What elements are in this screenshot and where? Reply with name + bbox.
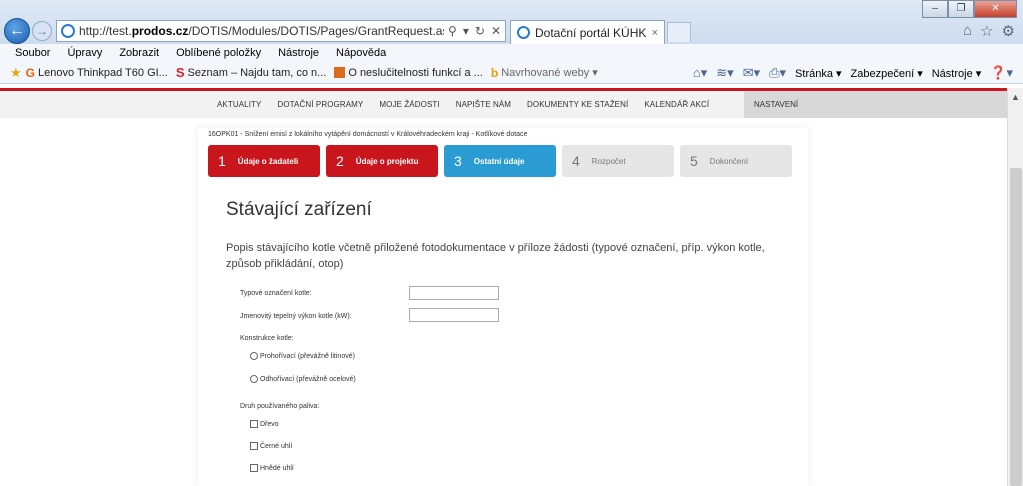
nav-moje-zadosti[interactable]: MOJE ŽÁDOSTI [379,100,439,109]
star-icon[interactable]: ☆ [980,22,993,40]
step-3[interactable]: 3 Ostatní údaje [444,145,556,177]
checkbox-box[interactable] [250,464,258,472]
ie-page-icon [517,26,530,39]
browser-chrome: ← → http://test.prodos.cz/DOTIS/Modules/… [0,0,1023,44]
favorite-lenovo[interactable]: G Lenovo Thinkpad T60 GI... [26,66,168,80]
command-nastroje[interactable]: Nástroje ▾ [932,67,982,80]
step-1[interactable]: 1 Údaje o žadateli [208,145,320,177]
step-5[interactable]: 5 Dokončení [680,145,792,177]
bing-icon: b [490,65,499,80]
forward-arrow-icon: → [36,24,48,38]
menu-bar: Soubor Úpravy Zobrazit Oblíbené položky … [0,44,1023,62]
step-2[interactable]: 2 Údaje o projektu [326,145,438,177]
menu-zobrazit[interactable]: Zobrazit [119,47,159,59]
nav-kalendar[interactable]: KALENDÁŘ AKCÍ [644,100,709,109]
nav-dokumenty[interactable]: DOKUMENTY KE STAŽENÍ [527,100,628,109]
menu-upravy[interactable]: Úpravy [67,47,102,59]
seznam-icon: S [175,65,185,80]
close-icon[interactable]: ✕ [491,24,501,38]
checkbox-box[interactable] [250,420,258,428]
step-4[interactable]: 4 Rozpočet [562,145,674,177]
power-input[interactable] [409,308,499,322]
search-icon[interactable]: ⚲ [448,24,457,38]
tab-dotacni-portal[interactable]: Dotační portál KÚHK × [510,20,665,44]
construction-label: Konstrukce kotle: [240,335,294,342]
ie-page-icon [61,24,75,38]
favorites-star-icon[interactable]: ★ [10,65,22,81]
radio-odhorivaci[interactable]: Odhořívací (převážně ocelové) [250,375,356,383]
menu-nastroje[interactable]: Nástroje [278,47,319,59]
forward-button[interactable]: → [32,21,52,41]
menu-napoveda[interactable]: Nápověda [336,47,386,59]
home-icon[interactable]: ⌂▾ [693,65,707,81]
site-nav: AKTUALITY DOTAČNÍ PROGRAMY MOJE ŽÁDOSTI … [0,88,1007,118]
menu-soubor[interactable]: Soubor [15,47,50,59]
content-panel [198,128,808,486]
feeds-icon[interactable]: ≋▾ [716,65,733,81]
tab-title: Dotační portál KÚHK [535,25,647,40]
favorite-seznam[interactable]: S Seznam – Najdu tam, co n... [176,65,326,80]
page-title: Stávající zařízení [226,199,372,220]
mail-icon[interactable]: ✉▾ [743,65,760,81]
section-description: Popis stávajícího kotle včetně přiložené… [226,242,765,270]
print-icon[interactable]: ⎙▾ [769,65,786,81]
nav-dotacni-programy[interactable]: DOTAČNÍ PROGRAMY [277,100,363,109]
scroll-up-icon[interactable]: ▲ [1011,92,1020,102]
radio-circle[interactable] [250,375,258,383]
address-url[interactable]: http://test.prodos.cz/DOTIS/Modules/DOTI… [79,24,444,38]
power-label: Jmenovitý tepelný výkon kotle (kW): [240,313,352,320]
help-icon[interactable]: ❓▾ [990,65,1013,81]
address-bar[interactable]: http://test.prodos.cz/DOTIS/Modules/DOTI… [56,20,506,42]
command-stranka[interactable]: Stránka ▾ [795,67,842,80]
minimize-button[interactable]: – [922,0,948,18]
type-label: Typové označení kotle: [240,290,312,297]
gear-icon[interactable]: ⚙ [1002,22,1015,40]
radio-circle[interactable] [250,352,258,360]
nav-nastaveni[interactable]: NASTAVENÍ [744,91,1007,118]
back-arrow-icon: ← [9,22,25,39]
home-icon[interactable]: ⌂ [963,22,972,40]
command-bar: ⌂▾ ≋▾ ✉▾ ⎙▾ Stránka ▾ Zabezpečení ▾ Nást… [693,62,1013,84]
vertical-scrollbar[interactable]: ▲ [1007,88,1023,486]
command-zabezpeceni[interactable]: Zabezpečení ▾ [851,67,923,80]
new-tab-button[interactable] [667,22,691,42]
favorite-neslucitelnost[interactable]: O neslučitelnosti funkcí a ... [334,67,483,79]
back-button[interactable]: ← [4,18,30,44]
checkbox-cerne-uhli[interactable]: Černé uhlí [250,442,292,450]
type-input[interactable] [409,286,499,300]
breadcrumb: 16OPK01 - Snížení emisí z lokálního vytá… [208,131,528,138]
tab-close-icon[interactable]: × [652,27,658,39]
checkbox-box[interactable] [250,442,258,450]
nav-aktuality[interactable]: AKTUALITY [217,100,261,109]
nav-napiste-nam[interactable]: NAPIŠTE NÁM [456,100,511,109]
close-window-button[interactable]: ✕ [974,0,1017,18]
page-icon [334,67,346,78]
maximize-button[interactable]: ❐ [948,0,974,18]
lenovo-icon: G [25,65,35,80]
favorite-navrhovane-weby[interactable]: b Navrhované weby ▾ [491,66,598,80]
scrollbar-thumb[interactable] [1010,168,1022,486]
menu-oblibene[interactable]: Oblíbené položky [176,47,261,59]
checkbox-hnede-uhli[interactable]: Hnědé uhlí [250,464,294,472]
fuel-label: Druh používaného paliva: [240,403,320,410]
checkbox-drevo[interactable]: Dřevo [250,420,279,428]
radio-prohorivaci[interactable]: Prohořívací (převážně litinové) [250,352,355,360]
wizard-steps: 1 Údaje o žadateli 2 Údaje o projektu 3 Ost… [208,145,792,177]
refresh-icon[interactable]: ↻ [475,24,485,38]
dropdown-arrow-icon[interactable]: ▾ [463,24,469,38]
